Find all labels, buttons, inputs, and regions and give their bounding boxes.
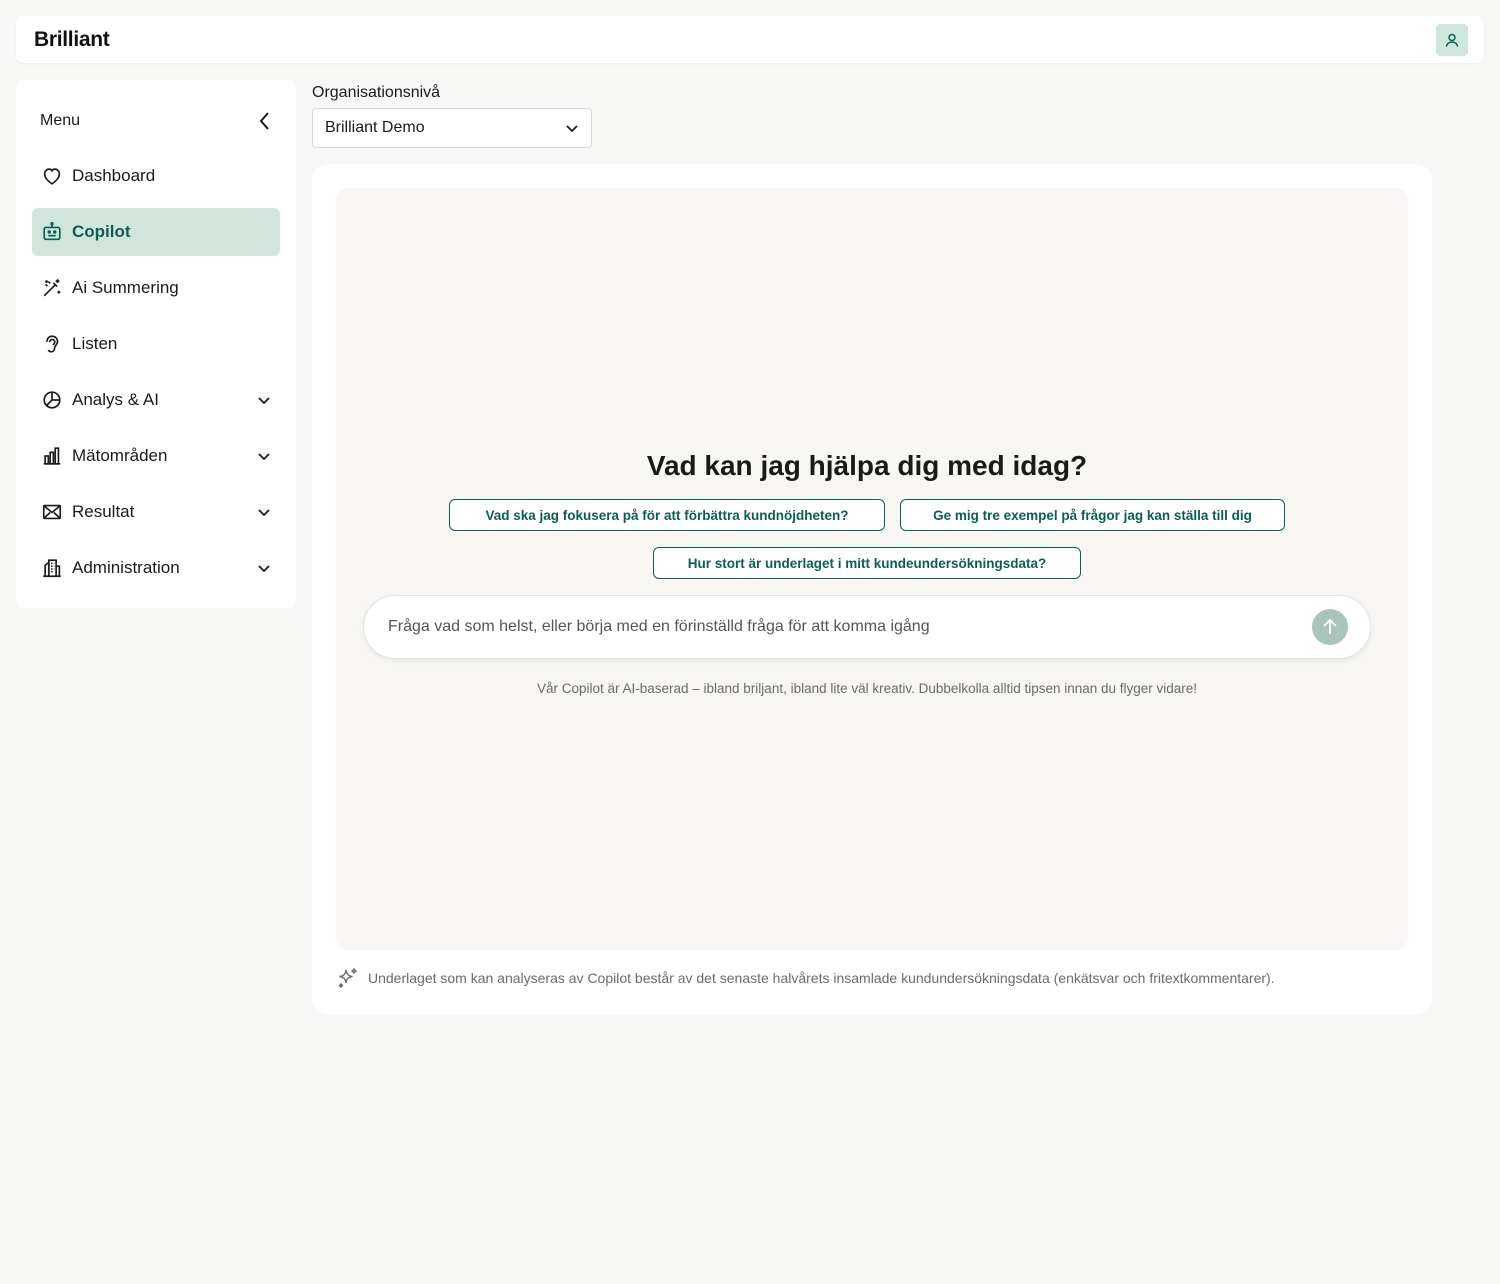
sidebar-item-administration[interactable]: Administration xyxy=(32,544,280,592)
sidebar-item-label: Ai Summering xyxy=(72,278,179,297)
sidebar-item-listen[interactable]: Listen xyxy=(32,320,280,368)
building-icon xyxy=(40,556,64,580)
sidebar-item-ai-summering[interactable]: Ai Summering xyxy=(32,264,280,312)
suggestion-chip-2[interactable]: Ge mig tre exempel på frågor jag kan stä… xyxy=(900,499,1285,531)
chevron-down-icon xyxy=(566,125,578,133)
sidebar-item-analys-ai[interactable]: Analys & AI xyxy=(32,376,280,424)
chat-input[interactable] xyxy=(388,618,1312,636)
sidebar-item-matomraden[interactable]: Mätområden xyxy=(32,432,280,480)
ear-icon xyxy=(40,332,64,356)
sidebar-item-label: Listen xyxy=(72,334,118,353)
data-scope-note: Underlaget som kan analyseras av Copilot… xyxy=(336,966,1275,990)
envelope-icon xyxy=(40,500,64,524)
chevron-left-icon xyxy=(259,112,269,130)
sidebar-item-label: Copilot xyxy=(72,222,131,241)
data-scope-note-text: Underlaget som kan analyseras av Copilot… xyxy=(368,970,1275,986)
brand-logo[interactable]: Brilliant xyxy=(34,28,110,52)
sparkle-icon xyxy=(338,968,357,988)
sidebar-item-copilot[interactable]: Copilot xyxy=(32,208,280,256)
menu-title: Menu xyxy=(40,112,81,129)
sidebar: Menu Dashboard Copilot Ai Summering List… xyxy=(16,80,296,608)
suggestion-chip-1[interactable]: Vad ska jag fokusera på för att förbättr… xyxy=(449,499,885,531)
sidebar-item-dashboard[interactable]: Dashboard xyxy=(32,152,280,200)
chevron-down-icon xyxy=(256,560,272,576)
org-level-select[interactable]: Brilliant Demo xyxy=(312,108,592,148)
bar-chart-icon xyxy=(40,444,64,468)
copilot-card: Vad kan jag hjälpa dig med idag? Vad ska… xyxy=(312,164,1432,1014)
sidebar-item-label: Resultat xyxy=(72,502,135,521)
chat-area: Vad kan jag hjälpa dig med idag? Vad ska… xyxy=(336,188,1408,950)
chevron-down-icon xyxy=(256,448,272,464)
ai-disclaimer: Vår Copilot är AI-baserad – ibland brilj… xyxy=(536,681,1198,696)
chevron-down-icon xyxy=(256,504,272,520)
robot-icon xyxy=(40,220,64,244)
collapse-menu-button[interactable] xyxy=(258,111,272,131)
top-bar: Brilliant xyxy=(16,16,1484,63)
heart-icon xyxy=(40,164,64,188)
sidebar-item-resultat[interactable]: Resultat xyxy=(32,488,280,536)
org-level-selected-value: Brilliant Demo xyxy=(325,119,425,136)
sidebar-item-label: Analys & AI xyxy=(72,390,159,409)
user-menu-button[interactable] xyxy=(1436,24,1468,56)
sidebar-item-label: Administration xyxy=(72,558,180,577)
sidebar-item-label: Mätområden xyxy=(72,446,168,465)
user-icon xyxy=(1445,33,1459,47)
magic-wand-icon xyxy=(40,276,64,300)
send-button[interactable] xyxy=(1312,609,1348,645)
suggestion-chip-3[interactable]: Hur stort är underlaget i mitt kundeunde… xyxy=(653,547,1081,579)
arrow-up-icon xyxy=(1323,618,1337,634)
copilot-heading: Vad kan jag hjälpa dig med idag? xyxy=(646,450,1088,481)
chat-input-container xyxy=(363,595,1371,659)
menu-header: Menu xyxy=(40,110,272,132)
chevron-down-icon xyxy=(256,392,272,408)
pie-chart-icon xyxy=(40,388,64,412)
org-level-label: Organisationsnivå xyxy=(312,84,441,101)
sidebar-item-label: Dashboard xyxy=(72,166,156,185)
